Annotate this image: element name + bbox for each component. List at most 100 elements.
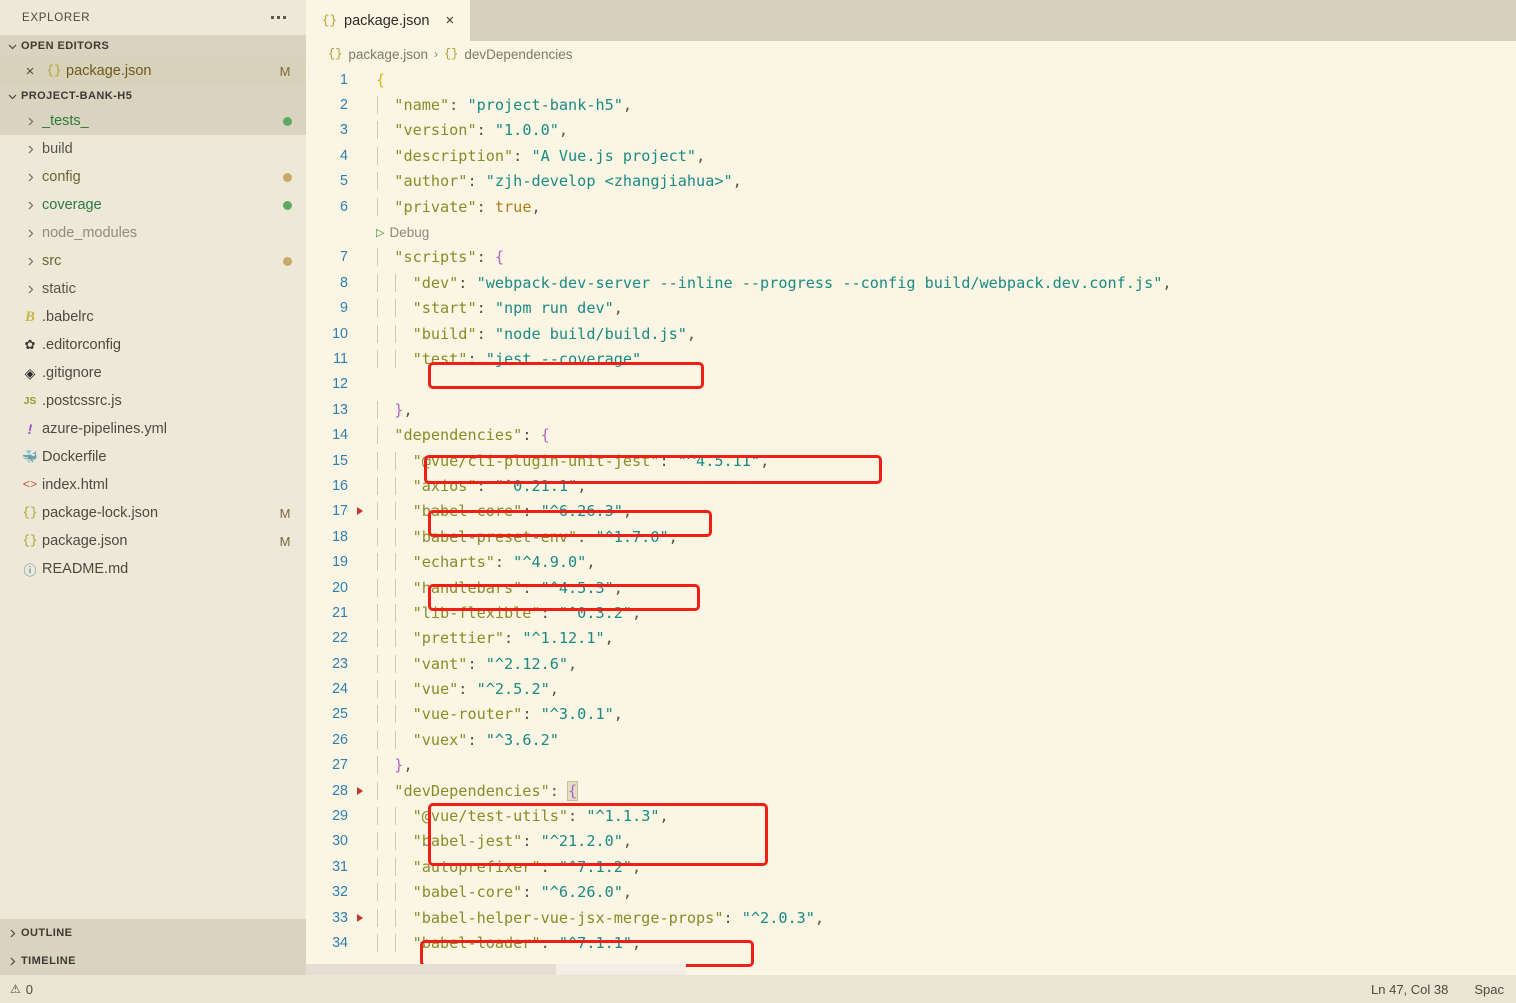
code-token: , <box>732 172 742 191</box>
code-line[interactable]: 26 "vuex": "^3.6.2" <box>306 727 1516 752</box>
code-line[interactable]: 4 "description": "A Vue.js project", <box>306 143 1516 168</box>
tree-item-src[interactable]: src <box>0 247 306 275</box>
indent-guide <box>377 121 378 140</box>
code-line[interactable]: 27 }, <box>306 753 1516 778</box>
open-editors-header[interactable]: OPEN EDITORS <box>0 35 306 57</box>
indent-guide <box>395 857 397 876</box>
line-number: 11 <box>333 350 348 367</box>
play-icon: ▷ <box>376 226 385 239</box>
tree-item-index-html[interactable]: <> index.html <box>0 471 306 499</box>
code-editor-viewport[interactable]: 1{2 "name": "project-bank-h5", 3 "version… <box>306 67 1516 975</box>
tree-item-azure-pipelines-yml[interactable]: ! azure-pipelines.yml <box>0 415 306 443</box>
code-line[interactable]: 19 "echarts": "^4.9.0", <box>306 549 1516 574</box>
code-line[interactable]: 34 "babel-loader": "^7.1.1", <box>306 930 1516 955</box>
outline-label: OUTLINE <box>21 927 73 939</box>
code-line[interactable]: 15 "@vue/cli-plugin-unit-jest": "^4.5.11… <box>306 448 1516 473</box>
json-icon: {} <box>322 13 338 28</box>
code-line[interactable]: 9 "start": "npm run dev", <box>306 296 1516 321</box>
code-line[interactable]: 6 "private": true, <box>306 194 1516 219</box>
close-icon[interactable]: × <box>18 63 42 80</box>
tree-item-dockerfile[interactable]: 🐳 Dockerfile <box>0 443 306 471</box>
indent-guide <box>395 832 397 851</box>
code-line[interactable]: 11 "test": "jest --coverage" <box>306 346 1516 371</box>
code-line[interactable]: 8 "dev": "webpack-dev-server --inline --… <box>306 270 1516 295</box>
tree-item-package-json[interactable]: {} package.json M <box>0 527 306 555</box>
code-line[interactable]: 5 "author": "zjh-develop <zhangjiahua>", <box>306 169 1516 194</box>
json-string: "A Vue.js project" <box>531 146 697 165</box>
warning-icon[interactable]: ⚠ <box>10 982 21 996</box>
timeline-section-header[interactable]: TIMELINE <box>0 947 306 975</box>
code-line[interactable]: 21 "lib-flexible": "^0.3.2", <box>306 600 1516 625</box>
indent-guide <box>377 629 378 648</box>
code-line-text: "autoprefixer": "^7.1.2", <box>376 857 1516 876</box>
code-line-text: { <box>376 71 1516 89</box>
json-string: "jest --coverage" <box>485 349 642 368</box>
code-line[interactable]: 16 "axios": "^0.21.1", <box>306 473 1516 498</box>
tree-item--babelrc[interactable]: B .babelrc <box>0 303 306 331</box>
indent-guide <box>377 857 378 876</box>
code-token: : <box>467 172 486 191</box>
indent-guide <box>377 553 378 572</box>
code-line-text: "vue-router": "^3.0.1", <box>376 705 1516 724</box>
tree-item--gitignore[interactable]: ◈ .gitignore <box>0 359 306 387</box>
code-line[interactable]: 3 "version": "1.0.0", <box>306 118 1516 143</box>
breadcrumb: {} package.json › {} devDependencies <box>306 41 1516 67</box>
tree-item--postcssrc-js[interactable]: JS .postcssrc.js <box>0 387 306 415</box>
code-line[interactable]: 24 "vue": "^2.5.2", <box>306 676 1516 701</box>
tree-item-static[interactable]: static <box>0 275 306 303</box>
code-line[interactable]: 2 "name": "project-bank-h5", <box>306 92 1516 117</box>
json-icon: {} <box>22 506 38 520</box>
code-line[interactable]: 32 "babel-core": "^6.26.0", <box>306 880 1516 905</box>
code-line[interactable]: 31 "autoprefixer": "^7.1.2", <box>306 854 1516 879</box>
code-line[interactable]: 22 "prettier": "^1.12.1", <box>306 626 1516 651</box>
code-line[interactable]: 13 }, <box>306 397 1516 422</box>
breadcrumb-file[interactable]: package.json <box>348 47 428 62</box>
line-number: 8 <box>340 274 348 291</box>
tree-item-package-lock-json[interactable]: {} package-lock.json M <box>0 499 306 527</box>
horizontal-scrollbar[interactable] <box>306 964 1516 975</box>
line-number: 18 <box>332 528 348 545</box>
tab-close-icon[interactable]: × <box>442 10 457 31</box>
tree-item-build[interactable]: build <box>0 135 306 163</box>
project-root-header[interactable]: PROJECT-BANK-H5 <box>0 85 306 107</box>
indent-guide <box>395 349 397 368</box>
tree-item--editorconfig[interactable]: ✿ .editorconfig <box>0 331 306 359</box>
problems-count[interactable]: 0 <box>26 982 33 997</box>
more-actions-icon[interactable] <box>267 10 290 25</box>
code-line[interactable]: 23 "vant": "^2.12.6", <box>306 651 1516 676</box>
tree-item-readme-md[interactable]: ⓘ README.md <box>0 555 306 583</box>
tree-item-config[interactable]: config <box>0 163 306 191</box>
cursor-position[interactable]: Ln 47, Col 38 <box>1371 982 1448 997</box>
code-line[interactable]: 7 "scripts": { <box>306 245 1516 270</box>
code-line[interactable]: 17 "babel-core": "^6.26.3", <box>306 499 1516 524</box>
code-line[interactable]: 14 "dependencies": { <box>306 422 1516 447</box>
code-line[interactable]: 18 "babel-preset-env": "^1.7.0", <box>306 524 1516 549</box>
code-line[interactable]: 20 "handlebars": "^4.5.3", <box>306 575 1516 600</box>
tree-item--tests-[interactable]: _tests_ <box>0 107 306 135</box>
tree-item-node-modules[interactable]: node_modules <box>0 219 306 247</box>
code-line[interactable]: 1{ <box>306 67 1516 92</box>
tree-item-coverage[interactable]: coverage <box>0 191 306 219</box>
outline-section-header[interactable]: OUTLINE <box>0 919 306 947</box>
code-line[interactable]: 29 "@vue/test-utils": "^1.1.3", <box>306 803 1516 828</box>
code-line[interactable]: 28 "devDependencies": { <box>306 778 1516 803</box>
code-line[interactable]: 12 <box>306 372 1516 397</box>
code-line[interactable]: 30 "babel-jest": "^21.2.0", <box>306 829 1516 854</box>
chevron-right-icon <box>18 116 42 127</box>
code-token: { <box>540 426 550 445</box>
indent-guide <box>395 705 397 724</box>
breadcrumb-symbol[interactable]: devDependencies <box>464 47 572 62</box>
codelens-debug[interactable]: ▷ Debug <box>306 219 1516 244</box>
code-line[interactable]: 10 "build": "node build/build.js", <box>306 321 1516 346</box>
codelens-label[interactable]: Debug <box>389 225 429 240</box>
code-line[interactable]: 25 "vue-router": "^3.0.1", <box>306 702 1516 727</box>
open-editor-item-package-json[interactable]: × {} package.json M <box>0 57 306 85</box>
code-token: : <box>540 933 559 952</box>
code-line[interactable]: 33 "babel-helper-vue-jsx-merge-props": "… <box>306 905 1516 930</box>
tab-package-json[interactable]: {} package.json × <box>306 0 471 41</box>
indentation-setting[interactable]: Spac <box>1474 982 1504 997</box>
code-token: , <box>613 299 623 318</box>
indent-guide <box>377 680 378 699</box>
